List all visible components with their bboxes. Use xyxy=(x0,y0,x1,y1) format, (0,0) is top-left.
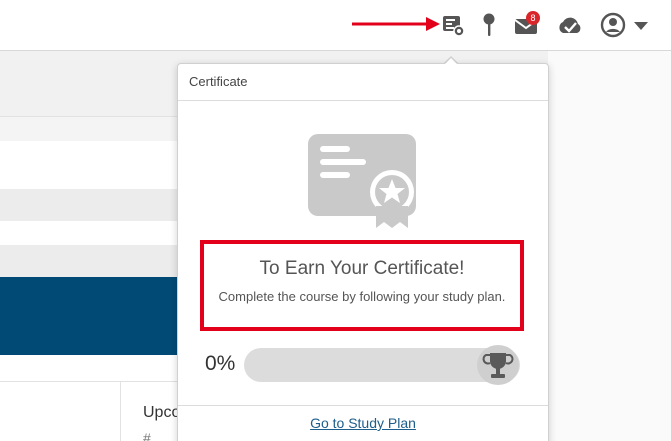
user-account-icon[interactable] xyxy=(598,10,628,40)
popover-header: Certificate xyxy=(178,64,548,101)
column-divider xyxy=(120,382,121,441)
popover-footer-divider xyxy=(178,405,548,406)
popover-title: Certificate xyxy=(189,74,248,89)
hash-symbol-partial: # xyxy=(143,430,151,441)
right-column-background xyxy=(548,51,671,441)
certificate-popover: Certificate To Earn Your Certificate! Co… xyxy=(177,63,549,441)
blue-banner xyxy=(0,277,200,355)
upcoming-heading-partial: Upco xyxy=(143,404,181,421)
section-divider xyxy=(0,381,200,382)
table-row xyxy=(0,245,200,277)
table-row xyxy=(0,221,200,245)
earn-certificate-text: Complete the course by following your st… xyxy=(218,289,506,304)
unread-mail-badge: 8 xyxy=(526,11,540,25)
cloud-check-icon[interactable] xyxy=(555,10,585,40)
table-row xyxy=(0,189,200,221)
earn-certificate-callout: To Earn Your Certificate! Complete the c… xyxy=(200,240,524,331)
table-row xyxy=(0,141,200,189)
table-row xyxy=(0,117,200,141)
pin-icon[interactable] xyxy=(474,10,504,40)
certificate-icon[interactable] xyxy=(438,10,468,40)
caret-down-icon[interactable] xyxy=(626,10,656,40)
popover-caret-fill xyxy=(444,58,458,65)
annotation-arrow-icon xyxy=(350,15,442,33)
top-header-bar: 8 xyxy=(0,0,671,51)
earn-certificate-title: To Earn Your Certificate! xyxy=(259,258,465,279)
page: 8 Upco # Certificate To Earn Your Certif… xyxy=(0,0,671,441)
trophy-icon xyxy=(477,345,519,385)
progress-percent: 0% xyxy=(205,352,236,375)
certificate-graphic-icon xyxy=(306,132,418,230)
go-to-study-plan-link[interactable]: Go to Study Plan xyxy=(178,415,548,431)
